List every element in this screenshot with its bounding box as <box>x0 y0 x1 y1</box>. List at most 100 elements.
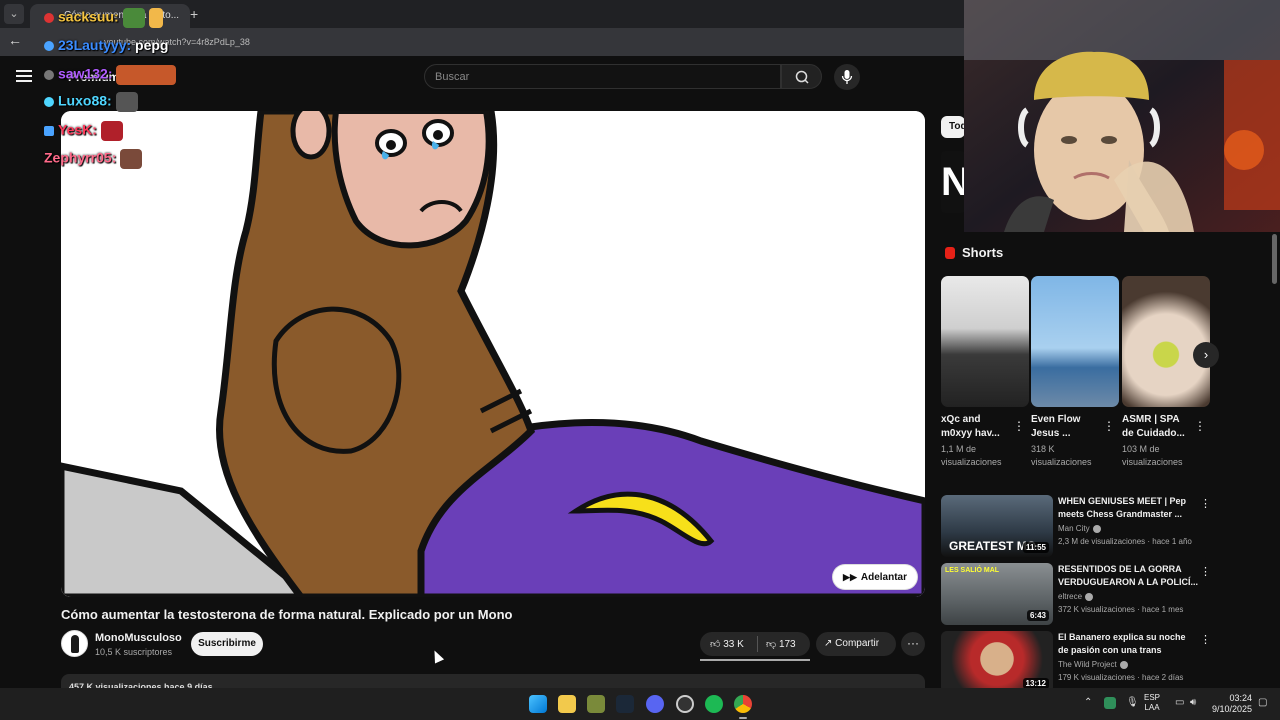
menu-icon[interactable] <box>16 70 32 82</box>
channel-name: Man City <box>1058 524 1101 533</box>
short-title: xQc and m0xyy hav... <box>941 414 1000 439</box>
verified-icon <box>1092 524 1101 533</box>
steam-icon[interactable] <box>616 695 634 713</box>
fast-forward-icon: ▶▶ <box>843 572 857 582</box>
channel-name: eltrece <box>1058 592 1094 601</box>
chat-message: Zephyrr05: <box>44 149 143 169</box>
subscribe-button[interactable]: Suscribirme <box>191 632 263 656</box>
verified-icon <box>1119 660 1128 669</box>
chat-message: sacksuu: <box>44 8 163 28</box>
kebab-menu-icon[interactable]: ⋮ <box>1194 419 1206 433</box>
video-meta: 179 K visualizaciones · hace 2 días <box>1058 673 1184 682</box>
chat-badge-icon <box>44 41 54 52</box>
video-duration: 6:43 <box>1026 610 1049 621</box>
video-title: Cómo aumentar la testosterona de forma n… <box>61 607 513 622</box>
file-explorer-icon[interactable] <box>558 695 576 713</box>
emote-icon <box>115 92 138 112</box>
video-player[interactable]: ▶▶ Adelantar <box>61 111 925 597</box>
video-thumbnail: GREATEST MO 11:55 <box>941 495 1053 557</box>
short-item[interactable]: xQc and m0xyy hav... 1,1 M de visualizaci… <box>941 276 1029 469</box>
chevron-right-icon[interactable]: › <box>1193 342 1219 368</box>
search-input[interactable]: Buscar <box>424 64 781 89</box>
skip-ad-button[interactable]: ▶▶ Adelantar <box>833 565 917 589</box>
emote-icon <box>100 121 123 141</box>
video-thumbnail: LES SALIÓ MAL 6:43 <box>941 563 1053 625</box>
emote-icon <box>120 149 143 169</box>
microphone-tray-icon[interactable]: 🎙︎ <box>1126 697 1139 708</box>
more-actions-button[interactable]: ··· <box>901 632 925 656</box>
channel-subscriber-count: 10,5 K suscriptores <box>95 647 173 657</box>
kebab-menu-icon[interactable]: ⋮ <box>1103 419 1115 433</box>
app-icon[interactable] <box>587 695 605 713</box>
search-button[interactable] <box>781 64 822 89</box>
skip-label: Adelantar <box>860 572 907 583</box>
spotify-icon[interactable] <box>705 695 723 713</box>
short-item[interactable]: ASMR | SPA de Cuidado... 103 M de visuali… <box>1122 276 1210 469</box>
short-views: 103 M de visualizaciones <box>1122 444 1183 467</box>
like-button[interactable]: 👍︎ 33 K <box>710 638 744 650</box>
thumbs-up-emote-icon <box>148 8 163 28</box>
share-icon: ↗ <box>824 638 836 649</box>
video-title: WHEN GENIUSES MEET | Pep meets Chess Gra… <box>1058 496 1187 519</box>
chrome-icon[interactable] <box>734 695 752 713</box>
search-placeholder: Buscar <box>435 71 470 83</box>
video-title: El Bananero explica su noche de pasión c… <box>1058 632 1186 655</box>
tab-search-dropdown[interactable]: ⌄ <box>4 4 24 24</box>
video-duration: 11:55 <box>1022 542 1049 553</box>
notification-icon[interactable]: ▢ <box>1258 697 1267 708</box>
page-scrollbar[interactable] <box>1270 232 1278 688</box>
short-views: 1,1 M de visualizaciones <box>941 444 1002 467</box>
short-title: Even Flow Jesus ... <box>1031 414 1081 439</box>
share-button[interactable]: ↗ Compartir <box>816 632 896 656</box>
chat-badge-icon <box>44 97 54 107</box>
chevron-up-icon[interactable]: ⌃ <box>1084 697 1092 708</box>
input-language[interactable]: ESP LAA <box>1144 693 1160 713</box>
obs-icon[interactable] <box>676 695 694 713</box>
kebab-menu-icon[interactable]: ⋮ <box>1200 497 1211 510</box>
webcam-feed <box>964 0 1280 232</box>
short-item[interactable]: Even Flow Jesus ... 318 Kvisualizaciones… <box>1031 276 1119 469</box>
chat-badge-icon <box>44 70 54 80</box>
chat-message: saw132: <box>44 65 177 85</box>
chat-badge-icon <box>44 126 54 136</box>
volume-icon[interactable]: 🔊︎ <box>1190 697 1196 708</box>
recommended-video[interactable]: LES SALIÓ MAL 6:43 RESENTIDOS DE LA GORR… <box>941 563 1211 627</box>
short-thumbnail <box>1031 276 1119 407</box>
kebab-menu-icon[interactable]: ⋮ <box>1200 633 1211 646</box>
new-tab-button[interactable]: + <box>190 6 198 22</box>
back-arrow-icon[interactable]: ← <box>8 32 24 52</box>
thumbs-up-icon: 👍︎ <box>710 639 724 650</box>
system-clock[interactable]: 03:24 9/10/2025 <box>1204 693 1252 715</box>
recommended-video[interactable]: 13:12 El Bananero explica su noche de pa… <box>941 631 1211 695</box>
chat-message: YesK: <box>44 121 123 141</box>
video-meta: 2,3 M de visualizaciones · hace 1 año <box>1058 537 1192 546</box>
dislike-button[interactable]: 👎︎ 173 <box>766 638 796 650</box>
channel-name[interactable]: MonoMusculoso <box>95 632 182 644</box>
thumbs-down-icon: 👎︎ <box>766 639 779 650</box>
discord-icon[interactable] <box>646 695 664 713</box>
short-thumbnail <box>1122 276 1210 407</box>
like-dislike-group: 👍︎ 33 K 👎︎ 173 <box>700 632 810 656</box>
voice-search-button[interactable] <box>834 64 860 90</box>
active-app-indicator <box>739 717 747 719</box>
network-icon[interactable]: ▭ <box>1175 697 1184 708</box>
tray-app-icon[interactable] <box>1104 697 1116 709</box>
search-icon <box>795 70 809 84</box>
recommended-video[interactable]: GREATEST MO 11:55 WHEN GENIUSES MEET | P… <box>941 495 1211 559</box>
channel-name: The Wild Project <box>1058 660 1128 669</box>
sidebar-ad-thumbnail[interactable]: N <box>941 151 965 213</box>
channel-avatar[interactable] <box>61 630 88 657</box>
dislike-count: 173 <box>778 639 796 650</box>
windows-start-icon[interactable] <box>529 695 547 713</box>
video-thumbnail: 13:12 <box>941 631 1053 693</box>
short-views: 318 Kvisualizaciones <box>1031 444 1092 467</box>
kebab-menu-icon[interactable]: ⋮ <box>1200 565 1211 578</box>
shorts-heading: Shorts <box>962 245 1004 260</box>
kebab-menu-icon[interactable]: ⋮ <box>1013 419 1025 433</box>
video-meta: 372 K visualizaciones · hace 1 mes <box>1058 605 1184 614</box>
streamer-webcam <box>964 0 1280 232</box>
windows-taskbar: ⌃ 🎙︎ ESP LAA ▭ 🔊︎ 03:24 9/10/2025 ▢ <box>0 688 1280 720</box>
microphone-icon <box>841 70 853 84</box>
filter-chip-all[interactable]: Todo <box>941 116 965 138</box>
chat-message: 23Lautyyy: pepg <box>44 37 169 53</box>
